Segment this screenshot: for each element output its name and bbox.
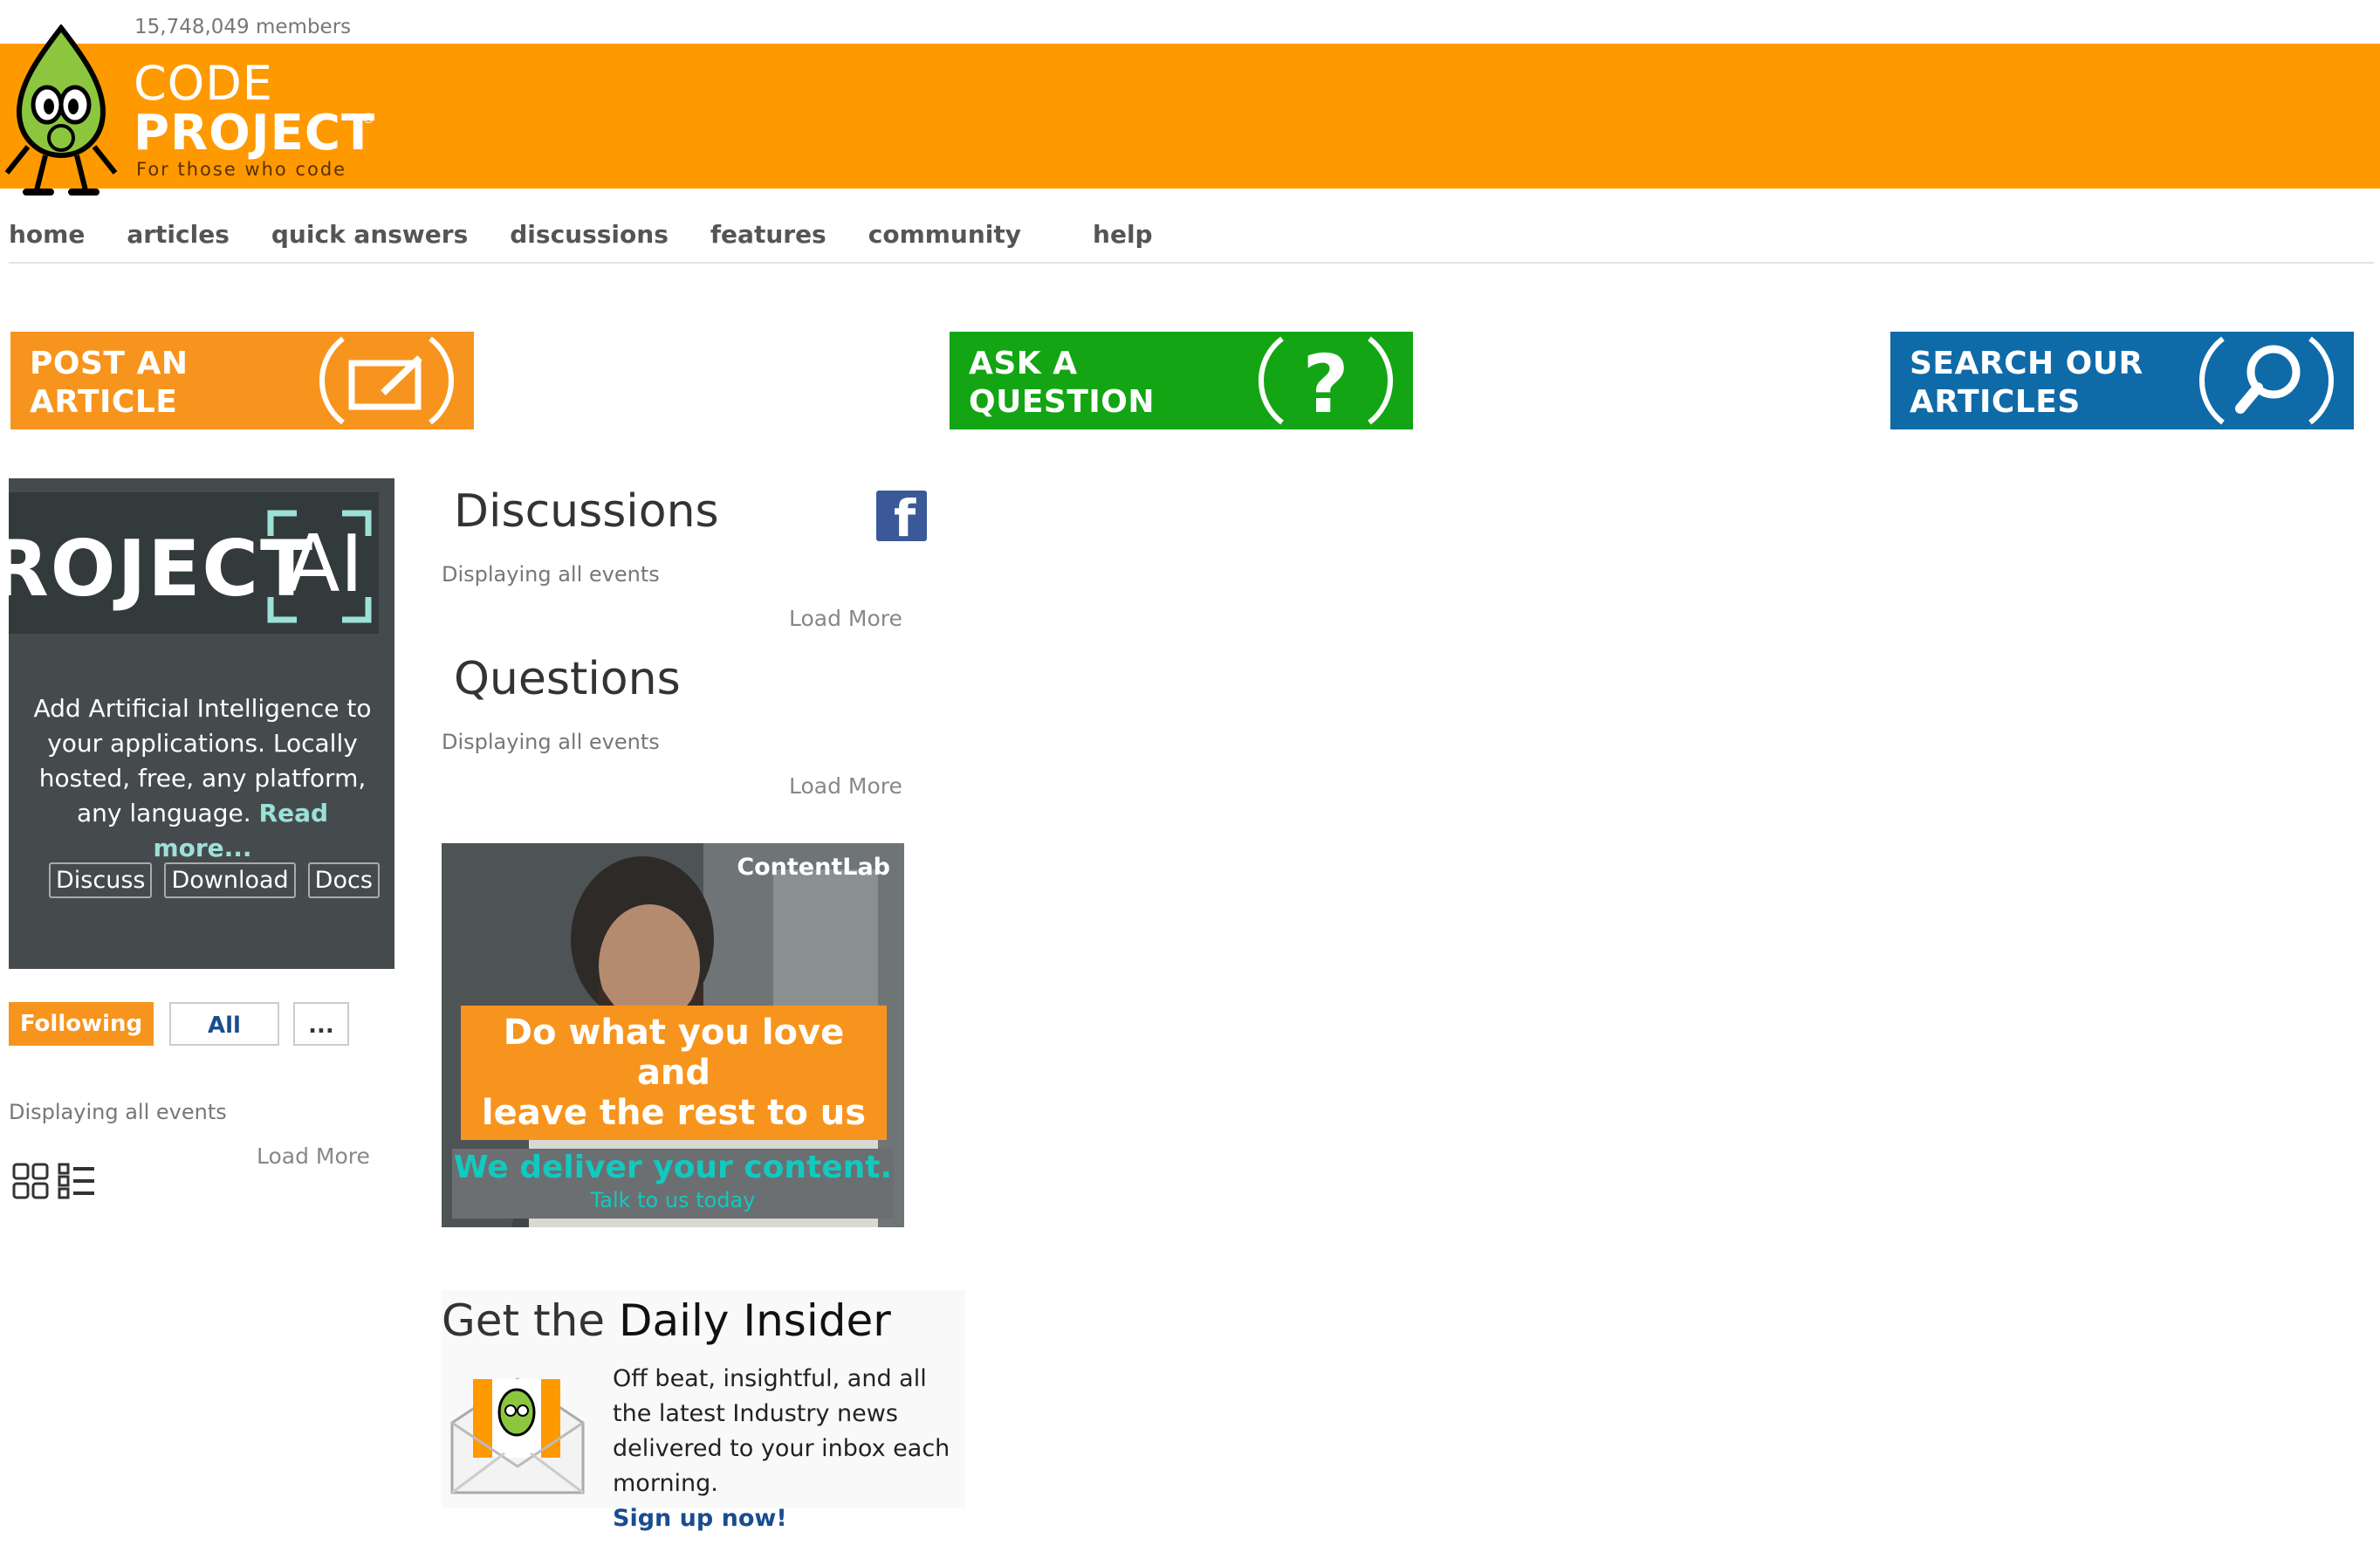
ask-question-label: ASK A QUESTION [969, 346, 1156, 420]
search-articles-button[interactable]: SEARCH OUR ARTICLES [1890, 332, 2354, 429]
post-article-label: POST AN ARTICLE [30, 346, 189, 420]
ad-headline: Do what you love and leave the rest to u… [461, 1006, 887, 1140]
search-articles-label: SEARCH OUR ARTICLES [1910, 346, 2143, 420]
tab-more[interactable]: ... [293, 1002, 349, 1046]
tab-all[interactable]: All [169, 1002, 279, 1046]
nav-articles[interactable]: articles [127, 220, 230, 257]
ai-discuss-button[interactable]: Discuss [49, 862, 153, 898]
ad-cta: We deliver your content. Talk to us toda… [452, 1149, 894, 1219]
nav-discussions[interactable]: discussions [510, 220, 669, 257]
logo-registered-mark: ® [361, 110, 375, 127]
ad-brand: ContentLab [737, 854, 890, 881]
logo-tagline: For those who code [136, 159, 347, 180]
logo-text-code[interactable]: CODE [134, 56, 273, 111]
nav-features[interactable]: features [710, 220, 826, 257]
codeproject-mascot-icon[interactable] [2, 24, 120, 199]
svg-text:?: ? [1302, 338, 1348, 429]
questions-status: Displaying all events [442, 730, 660, 754]
questions-heading: Questions [454, 653, 681, 705]
codeproject-ai-logo[interactable]: ROJECT AI [9, 492, 379, 634]
main-nav: home articles quick answers discussions … [9, 220, 1195, 257]
search-icon [2199, 336, 2334, 425]
discussions-load-more[interactable]: Load More [789, 606, 902, 631]
nav-divider [9, 262, 2374, 264]
ai-promo-text: Add Artificial Intelligence to your appl… [33, 694, 372, 862]
ai-download-button[interactable]: Download [164, 862, 296, 898]
discussions-heading: Discussions [454, 485, 719, 538]
nav-community[interactable]: community [868, 220, 1021, 257]
tab-following[interactable]: Following [9, 1002, 154, 1046]
discussions-status: Displaying all events [442, 562, 660, 587]
question-mark-icon: ? [1259, 336, 1393, 429]
questions-load-more[interactable]: Load More [789, 773, 902, 799]
newsletter-envelope-icon [450, 1377, 585, 1494]
ai-bracket-icon [267, 510, 372, 623]
edit-icon [319, 336, 454, 425]
logo-text-project[interactable]: PROJECT [134, 105, 375, 161]
left-feed-load-more[interactable]: Load More [257, 1143, 370, 1169]
left-feed-status: Displaying all events [9, 1100, 227, 1124]
member-count: 15,748,049 members [134, 16, 352, 38]
facebook-icon[interactable]: f [876, 491, 927, 546]
daily-insider-signup-link[interactable]: Sign up now! [613, 1501, 962, 1536]
ai-docs-button[interactable]: Docs [307, 862, 380, 898]
ask-question-button[interactable]: ASK A QUESTION ? [950, 332, 1413, 429]
daily-insider-text: Off beat, insightful, and all the latest… [613, 1362, 962, 1536]
nav-help[interactable]: help [1093, 220, 1153, 257]
list-view-icon[interactable] [58, 1163, 96, 1199]
nav-quick-answers[interactable]: quick answers [271, 220, 468, 257]
post-article-button[interactable]: POST AN ARTICLE [10, 332, 474, 429]
ai-promo-buttons: Discuss Download Docs [49, 862, 380, 898]
daily-insider-title: Get the Daily Insider [442, 1295, 891, 1346]
grid-view-icon[interactable] [12, 1163, 49, 1199]
nav-home[interactable]: home [9, 220, 85, 257]
contentlab-ad[interactable]: ContentLab Do what you love and leave th… [442, 843, 904, 1227]
